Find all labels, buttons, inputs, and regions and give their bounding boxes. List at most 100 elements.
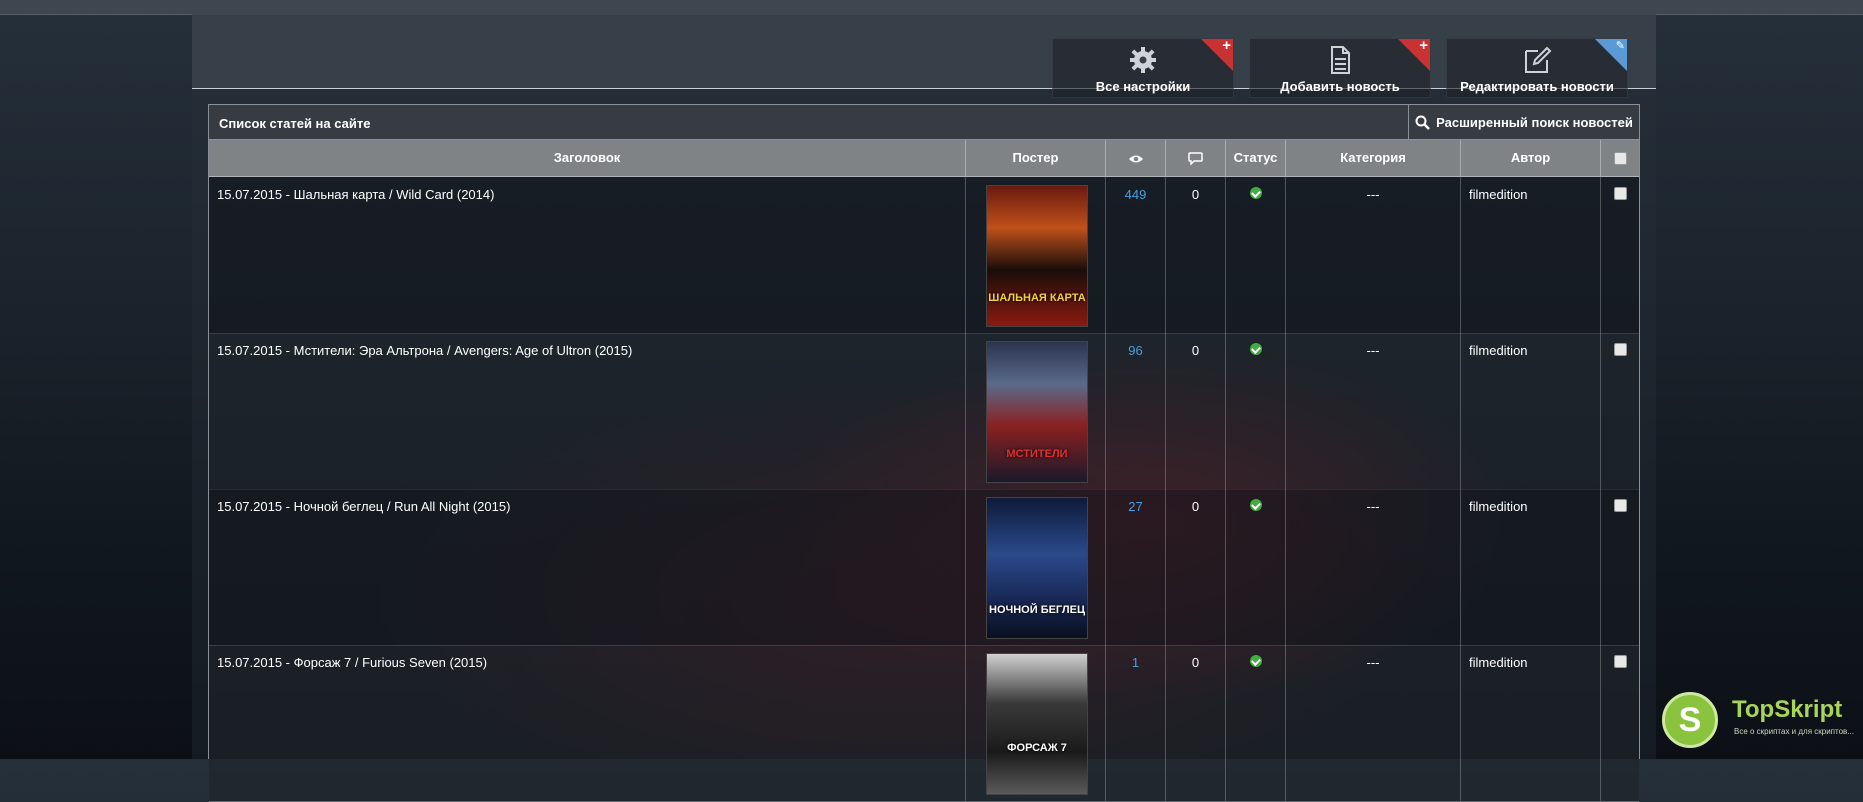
status-approved-icon[interactable] — [1249, 343, 1262, 355]
select-cell — [1601, 177, 1639, 333]
logo-name: TopSkript — [1732, 696, 1843, 723]
author-link[interactable]: filmedition — [1461, 489, 1600, 514]
poster-cell: НОЧНОЙ БЕГЛЕЦ — [966, 489, 1106, 645]
category-cell: --- — [1286, 177, 1461, 333]
status-approved-icon[interactable] — [1249, 499, 1262, 511]
column-poster: Постер — [966, 140, 1106, 176]
author-cell: filmedition — [1461, 489, 1601, 645]
news-title-link[interactable]: 15.07.2015 - Ночной беглец / Run All Nig… — [209, 489, 965, 514]
poster-image[interactable]: МСТИТЕЛИ — [986, 341, 1088, 483]
status-cell — [1226, 177, 1286, 333]
news-title-link[interactable]: 15.07.2015 - Шальная карта / Wild Card (… — [209, 177, 965, 202]
select-cell — [1601, 489, 1639, 645]
plus-icon: + — [1222, 38, 1231, 54]
views-count[interactable]: 1 — [1106, 645, 1165, 670]
topskript-watermark: S TopSkript Все о скриптах и для скрипто… — [1660, 690, 1860, 759]
poster-cell: МСТИТЕЛИ — [966, 333, 1106, 489]
news-title-link[interactable]: 15.07.2015 - Форсаж 7 / Furious Seven (2… — [209, 645, 965, 670]
author-cell: filmedition — [1461, 645, 1601, 801]
comments-cell: 0 — [1166, 645, 1226, 801]
comments-count: 0 — [1191, 343, 1200, 358]
plus-icon: + — [1419, 38, 1428, 54]
author-cell: filmedition — [1461, 333, 1601, 489]
author-cell: filmedition — [1461, 177, 1601, 333]
views-cell: 1 — [1106, 645, 1166, 801]
row-checkbox[interactable] — [1613, 655, 1627, 668]
views-count[interactable]: 96 — [1106, 333, 1165, 358]
author-link[interactable]: filmedition — [1461, 177, 1600, 202]
column-title[interactable]: Заголовок — [209, 140, 966, 176]
header-panel: Все настройки + Добавить новость + Редак… — [192, 14, 1656, 98]
status-approved-icon[interactable] — [1249, 655, 1262, 667]
select-cell — [1601, 333, 1639, 489]
comments-cell: 0 — [1166, 489, 1226, 645]
document-icon — [1331, 46, 1350, 74]
table-row: 15.07.2015 - Шальная карта / Wild Card (… — [209, 177, 1639, 334]
all-settings-label: Все настройки — [1095, 79, 1191, 94]
column-status[interactable]: Статус — [1226, 140, 1286, 176]
poster-caption: ШАЛЬНАЯ КАРТА — [988, 292, 1086, 304]
author-link[interactable]: filmedition — [1461, 333, 1600, 358]
poster-image[interactable]: ФОРСАЖ 7 — [986, 653, 1088, 795]
comments-cell: 0 — [1166, 177, 1226, 333]
select-cell — [1601, 645, 1639, 801]
views-count[interactable]: 449 — [1106, 177, 1165, 202]
edit-news-label: Редактировать новости — [1460, 79, 1614, 94]
title-cell: 15.07.2015 - Ночной беглец / Run All Nig… — [209, 489, 966, 645]
column-select-all[interactable] — [1601, 140, 1639, 176]
row-checkbox[interactable] — [1613, 187, 1627, 200]
category-cell: --- — [1286, 489, 1461, 645]
author-link[interactable]: filmedition — [1461, 645, 1600, 670]
table-row: 15.07.2015 - Форсаж 7 / Furious Seven (2… — [209, 645, 1639, 802]
views-cell: 449 — [1106, 177, 1166, 333]
pencil-icon: ✎ — [1615, 40, 1625, 52]
views-cell: 96 — [1106, 333, 1166, 489]
advanced-search-button[interactable]: Расширенный поиск новостей — [1408, 105, 1639, 139]
category-value: --- — [1366, 343, 1380, 358]
poster-cell: ФОРСАЖ 7 — [966, 645, 1106, 801]
logo-badge: S — [1662, 692, 1718, 748]
list-title: Список статей на сайте — [219, 116, 371, 131]
column-author[interactable]: Автор — [1461, 140, 1601, 176]
news-table: Заголовок Постер Статус Категория Автор … — [208, 140, 1640, 802]
all-settings-button[interactable]: Все настройки + — [1052, 38, 1234, 98]
category-cell: --- — [1286, 333, 1461, 489]
status-approved-icon[interactable] — [1249, 187, 1262, 199]
row-checkbox[interactable] — [1613, 499, 1627, 512]
title-cell: 15.07.2015 - Шальная карта / Wild Card (… — [209, 177, 966, 333]
poster-image[interactable]: ШАЛЬНАЯ КАРТА — [986, 185, 1088, 327]
category-value: --- — [1366, 499, 1380, 514]
column-views[interactable] — [1106, 140, 1166, 176]
poster-caption: НОЧНОЙ БЕГЛЕЦ — [989, 604, 1085, 616]
eye-icon — [1128, 155, 1143, 163]
poster-cell: ШАЛЬНАЯ КАРТА — [966, 177, 1106, 333]
add-news-button[interactable]: Добавить новость + — [1249, 38, 1431, 98]
poster-image[interactable]: НОЧНОЙ БЕГЛЕЦ — [986, 497, 1088, 639]
table-header: Заголовок Постер Статус Категория Автор — [209, 140, 1639, 177]
news-title-link[interactable]: 15.07.2015 - Мстители: Эра Альтрона / Av… — [209, 333, 965, 358]
poster-caption: МСТИТЕЛИ — [1006, 448, 1068, 460]
list-header: Список статей на сайте Расширенный поиск… — [208, 104, 1640, 140]
search-icon — [1415, 115, 1431, 130]
views-cell: 27 — [1106, 489, 1166, 645]
title-cell: 15.07.2015 - Мстители: Эра Альтрона / Av… — [209, 333, 966, 489]
category-value: --- — [1366, 655, 1380, 670]
column-category[interactable]: Категория — [1286, 140, 1461, 176]
table-row: 15.07.2015 - Ночной беглец / Run All Nig… — [209, 489, 1639, 646]
category-value: --- — [1366, 187, 1380, 202]
status-cell — [1226, 489, 1286, 645]
row-checkbox[interactable] — [1613, 343, 1627, 356]
views-count[interactable]: 27 — [1106, 489, 1165, 514]
table-row: 15.07.2015 - Мстители: Эра Альтрона / Av… — [209, 333, 1639, 490]
edit-news-button[interactable]: Редактировать новости ✎ — [1446, 38, 1628, 98]
add-news-label: Добавить новость — [1280, 79, 1400, 94]
comments-count: 0 — [1191, 499, 1200, 514]
comments-count: 0 — [1191, 655, 1200, 670]
title-cell: 15.07.2015 - Форсаж 7 / Furious Seven (2… — [209, 645, 966, 801]
status-cell — [1226, 333, 1286, 489]
comments-count: 0 — [1191, 187, 1200, 202]
poster-caption: ФОРСАЖ 7 — [1007, 742, 1067, 754]
column-comments[interactable] — [1166, 140, 1226, 176]
comments-cell: 0 — [1166, 333, 1226, 489]
select-all-checkbox[interactable] — [1613, 152, 1627, 166]
